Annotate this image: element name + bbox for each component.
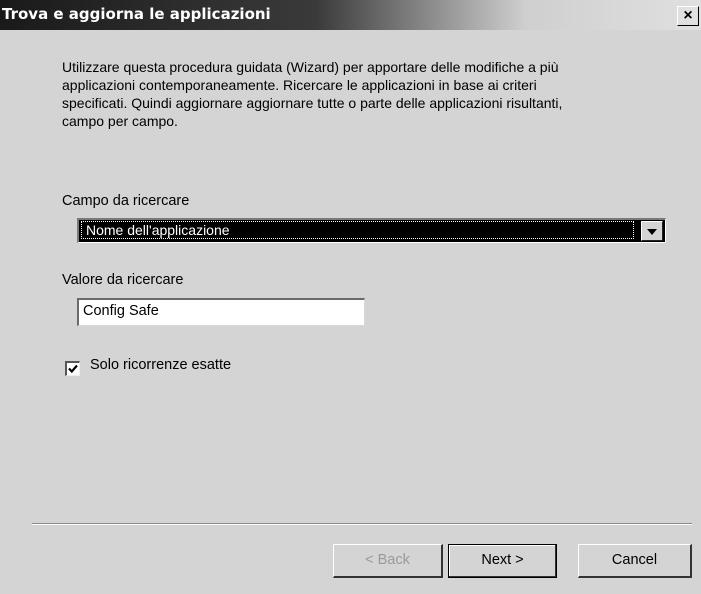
exact-match-label: Solo ricorrenze esatte [90,357,232,373]
close-button[interactable]: × [677,6,699,26]
title-bar: Trova e aggiorna le applicazioni × [0,0,701,30]
back-button[interactable]: < Back [333,544,443,578]
intro-line: Utilizzare questa procedura guidata (Wiz… [62,59,559,75]
intro-line: specificati. Quindi aggiornare aggiornar… [62,95,563,111]
checkmark-icon [68,364,78,374]
search-field-label: Campo da ricercare [62,193,190,209]
search-field-selected: Nome dell'applicazione [81,221,634,239]
chevron-down-icon [647,229,657,235]
window-title: Trova e aggiorna le applicazioni [2,5,271,23]
exact-match-checkbox[interactable] [65,361,80,376]
intro-line: applicazioni contemporaneamente. Ricerca… [62,77,537,93]
dropdown-arrow-button[interactable] [641,221,663,241]
search-value-label: Valore da ricercare [62,272,184,288]
separator [32,523,692,525]
search-field-dropdown[interactable]: Nome dell'applicazione [77,218,666,243]
cancel-button[interactable]: Cancel [578,544,692,578]
next-button[interactable]: Next > [448,544,557,578]
intro-line: campo per campo. [62,113,178,129]
intro-text: Utilizzare questa procedura guidata (Wiz… [62,58,662,130]
search-value-input[interactable]: Config Safe [77,298,365,326]
wizard-dialog: Trova e aggiorna le applicazioni × Utili… [0,0,701,594]
close-icon: × [683,7,693,24]
